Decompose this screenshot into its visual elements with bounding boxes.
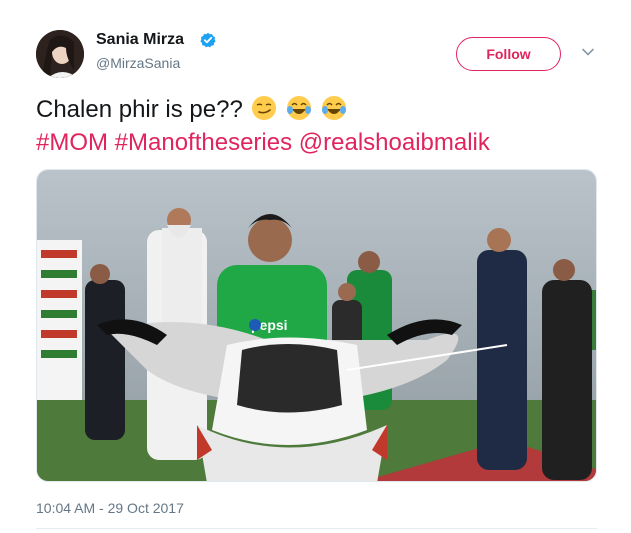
tweet-body: Chalen phir is pe??	[36, 96, 243, 123]
mention-link[interactable]: @realshoaibmalik	[299, 129, 490, 156]
tears-of-joy-emoji	[287, 96, 312, 120]
tweet-timestamp[interactable]: 10:04 AM - 29 Oct 2017	[36, 500, 184, 516]
tears-of-joy-emoji	[321, 96, 346, 120]
user-handle[interactable]: @MirzaSania	[96, 55, 180, 71]
follow-button[interactable]: Follow	[456, 37, 561, 71]
tweet-photo[interactable]: pepsi	[36, 169, 597, 482]
hashtag-line: #MOM #Manoftheseries @realshoaibmalik	[36, 127, 606, 158]
tweet-text: Chalen phir is pe??	[36, 94, 606, 125]
user-name[interactable]: Sania Mirza	[96, 31, 184, 49]
hashtag-link[interactable]: #MOM	[36, 129, 108, 156]
chevron-down-icon[interactable]	[581, 45, 595, 59]
verified-badge-icon	[200, 32, 216, 48]
tweet-card: Sania Mirza @MirzaSania Follow Chalen ph…	[0, 0, 631, 533]
hashtag-link[interactable]: #Manoftheseries	[115, 129, 292, 156]
avatar[interactable]	[36, 30, 84, 78]
smirk-face-emoji	[252, 96, 277, 120]
divider	[36, 528, 597, 529]
